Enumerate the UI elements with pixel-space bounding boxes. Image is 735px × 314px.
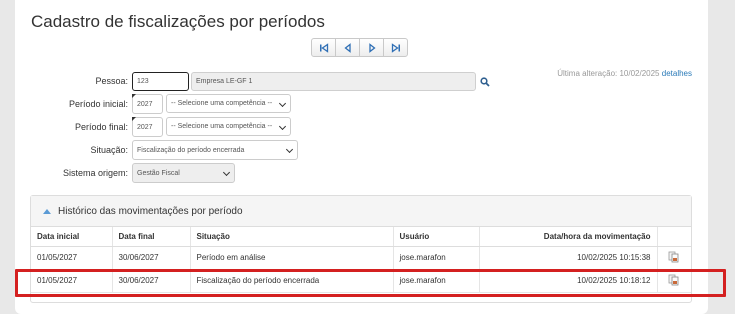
periodo-inicial-select[interactable]: -- Selecione uma competência -- [166,94,291,113]
cell-data-final: 30/06/2027 [112,246,191,270]
column-header: Data/hora da movimentação [479,227,658,247]
column-header: Usuário [393,227,480,247]
sistema-origem-select[interactable]: Gestão Fiscal [132,163,235,183]
column-header: Data final [112,227,191,247]
highlight-box [15,269,726,297]
search-icon[interactable] [480,77,490,87]
table-row[interactable]: 01/05/2027 30/06/2027 Período em análise… [31,246,691,270]
next-page-button[interactable] [359,38,384,57]
next-page-icon [368,42,376,53]
cell-situacao: Período em análise [190,246,394,270]
sistema-origem-label: Sistema origem: [62,168,128,178]
periodo-final-label: Período final: [74,122,128,132]
periodo-final-year-input[interactable]: 2027 [132,117,163,137]
details-link[interactable]: detalhes [662,69,692,78]
collapse-triangle-icon[interactable] [43,208,51,214]
first-page-button[interactable] [311,38,336,57]
last-change: Última alteração: 10/02/2025 detalhes [557,69,692,78]
pessoa-name-field: Empresa LE-GF 1 [191,72,476,91]
cell-data-hora: 10/02/2025 10:15:38 [479,246,658,270]
cell-usuario: jose.marafon [393,246,480,270]
periodo-inicial-year-input[interactable]: 2027 [132,94,163,114]
first-page-icon [319,42,328,53]
history-title: Histórico das movimentações por período [58,205,243,217]
prev-page-button[interactable] [335,38,360,57]
document-details-icon[interactable] [668,251,680,263]
periodo-final-select[interactable]: -- Selecione uma competência -- [166,117,291,136]
prev-page-icon [343,42,351,53]
last-change-text: Última alteração: 10/02/2025 [557,69,660,78]
cell-data-inicial: 01/05/2027 [31,246,113,270]
column-header: Data inicial [31,227,113,247]
pager [311,38,408,57]
history-header[interactable]: Histórico das movimentações por período [31,196,691,227]
pessoa-label: Pessoa: [95,76,128,86]
cell-actions [657,246,691,270]
page-title: Cadastro de fiscalizações por períodos [31,12,325,31]
table-header-row: Data inicial Data final Situação Usuário… [31,227,691,247]
column-header-actions [657,227,691,247]
periodo-inicial-label: Período inicial: [68,99,128,109]
last-page-button[interactable] [383,38,408,57]
pessoa-code-input[interactable]: 123 [132,72,189,91]
situacao-select[interactable]: Fiscalização do período encerrada [132,140,298,160]
situacao-label: Situação: [90,145,128,155]
last-page-icon [391,42,400,53]
column-header: Situação [190,227,394,247]
